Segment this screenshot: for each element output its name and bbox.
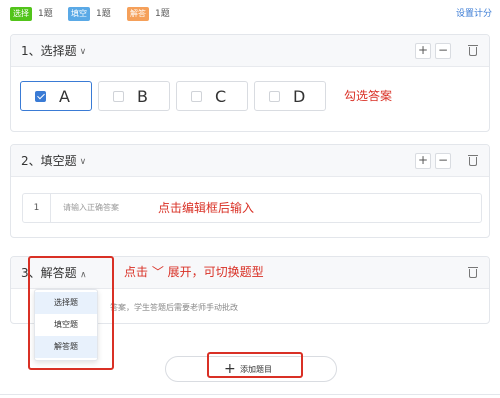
checkbox-icon[interactable] [269, 91, 280, 102]
option-label-b: B [137, 87, 148, 106]
remove-blank-button[interactable]: − [435, 153, 451, 169]
tag-fill-count: 1题 [96, 9, 111, 19]
highlight-frame-add [207, 352, 303, 378]
chevron-down-icon: ∨ [79, 157, 87, 167]
option-d[interactable]: D [254, 81, 326, 111]
option-a[interactable]: A [20, 81, 92, 111]
annotation-switch-type: 点击 ﹀ 展开，可切换题型 [124, 265, 264, 279]
option-c[interactable]: C [176, 81, 248, 111]
tag-essay: 解答 [127, 7, 149, 21]
tag-fill: 填空 [68, 7, 90, 21]
trash-icon[interactable] [466, 153, 480, 169]
annotation-check-answer: 勾选答案 [344, 89, 393, 103]
question-title-1: 1、选择题 [21, 44, 77, 58]
trash-icon[interactable] [466, 265, 480, 281]
add-blank-button[interactable]: + [415, 153, 431, 169]
highlight-frame-type [28, 256, 114, 370]
chevron-down-icon: ∨ [79, 47, 87, 57]
question-card-2: 2、填空题 ∨ + − [10, 144, 490, 238]
option-label-c: C [215, 87, 227, 106]
question-header-1: 1、选择题 ∨ + − [11, 35, 489, 67]
tag-choice-count: 1题 [38, 9, 53, 19]
trash-icon[interactable] [466, 43, 480, 59]
remove-option-button[interactable]: − [435, 43, 451, 59]
checkbox-icon[interactable] [113, 91, 124, 102]
annotation-edit-input: 点击编辑框后输入 [158, 201, 255, 215]
question-type-selector-1[interactable]: 1、选择题 ∨ [21, 44, 86, 59]
blank-number: 1 [23, 194, 51, 222]
question-summary-bar: 选择 1题 填空 1题 解答 1题 设置计分 [0, 0, 500, 28]
question-type-selector-2[interactable]: 2、填空题 ∨ [21, 154, 86, 169]
essay-description: 答案，学生答题后需要老师手动批改 [110, 303, 238, 312]
score-settings-link[interactable]: 设置计分 [456, 7, 492, 21]
answer-placeholder: 请输入正确答案 [63, 203, 119, 212]
checkbox-icon[interactable] [191, 91, 202, 102]
question-title-2: 2、填空题 [21, 154, 77, 168]
option-label-d: D [293, 87, 306, 106]
add-option-button[interactable]: + [415, 43, 431, 59]
option-label-a: A [59, 87, 70, 106]
divider [0, 394, 500, 395]
question-header-2: 2、填空题 ∨ + − [11, 145, 489, 177]
checkbox-checked-icon[interactable] [35, 91, 46, 102]
tag-essay-count: 1题 [155, 9, 170, 19]
option-b[interactable]: B [98, 81, 170, 111]
tag-choice: 选择 [10, 7, 32, 21]
